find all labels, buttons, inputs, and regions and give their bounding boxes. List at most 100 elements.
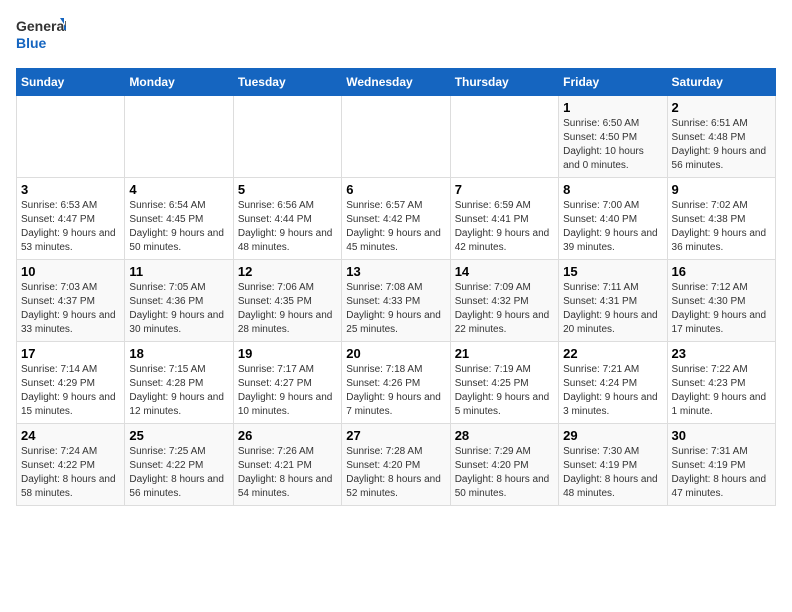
weekday-header-row: SundayMondayTuesdayWednesdayThursdayFrid… <box>17 69 776 96</box>
day-info: Sunrise: 6:56 AM Sunset: 4:44 PM Dayligh… <box>238 199 337 255</box>
calendar-cell: 25Sunrise: 7:25 AM Sunset: 4:22 PM Dayli… <box>125 424 233 506</box>
day-number: 17 <box>21 346 120 361</box>
day-info: Sunrise: 7:03 AM Sunset: 4:37 PM Dayligh… <box>21 281 120 337</box>
day-info: Sunrise: 6:50 AM Sunset: 4:50 PM Dayligh… <box>563 117 662 173</box>
calendar-cell: 20 Sunrise: 7:18 AM Sunset: 4:26 PM Dayli… <box>342 342 450 424</box>
day-info: Sunrise: 6:51 AM Sunset: 4:48 PM Dayligh… <box>672 117 771 173</box>
day-info: Sunrise: 7:00 AM Sunset: 4:40 PM Dayligh… <box>563 199 662 255</box>
calendar-cell <box>125 96 233 178</box>
calendar-cell <box>450 96 558 178</box>
weekday-header-thursday: Thursday <box>450 69 558 96</box>
calendar-cell: 7 Sunrise: 6:59 AM Sunset: 4:41 PM Daylig… <box>450 178 558 260</box>
day-info: Sunrise: 7:19 AM Sunset: 4:25 PM Dayligh… <box>455 363 554 419</box>
day-number: 2 <box>672 100 771 115</box>
calendar-cell: 28 Sunrise: 7:29 AM Sunset: 4:20 PM Dayli… <box>450 424 558 506</box>
calendar-cell: 6Sunrise: 6:57 AM Sunset: 4:42 PM Daylig… <box>342 178 450 260</box>
day-number: 3 <box>21 182 120 197</box>
calendar-cell: 19 Sunrise: 7:17 AM Sunset: 4:27 PM Dayli… <box>233 342 341 424</box>
svg-text:Blue: Blue <box>16 35 47 51</box>
calendar-cell: 12Sunrise: 7:06 AM Sunset: 4:35 PM Dayli… <box>233 260 341 342</box>
calendar-cell: 17 Sunrise: 7:14 AM Sunset: 4:29 PM Dayli… <box>17 342 125 424</box>
calendar-cell: 4 Sunrise: 6:54 AM Sunset: 4:45 PM Daylig… <box>125 178 233 260</box>
weekday-header-tuesday: Tuesday <box>233 69 341 96</box>
day-number: 13 <box>346 264 445 279</box>
logo: General Blue <box>16 16 66 56</box>
day-info: Sunrise: 7:08 AM Sunset: 4:33 PM Dayligh… <box>346 281 445 337</box>
day-number: 27 <box>346 428 445 443</box>
calendar-cell: 21 Sunrise: 7:19 AM Sunset: 4:25 PM Dayli… <box>450 342 558 424</box>
calendar-cell: 11 Sunrise: 7:05 AM Sunset: 4:36 PM Dayli… <box>125 260 233 342</box>
day-number: 8 <box>563 182 662 197</box>
calendar-cell <box>233 96 341 178</box>
day-number: 4 <box>129 182 228 197</box>
calendar-table: SundayMondayTuesdayWednesdayThursdayFrid… <box>16 68 776 506</box>
day-number: 18 <box>129 346 228 361</box>
calendar-cell: 8 Sunrise: 7:00 AM Sunset: 4:40 PM Daylig… <box>559 178 667 260</box>
calendar-cell <box>17 96 125 178</box>
day-number: 14 <box>455 264 554 279</box>
week-row-4: 17 Sunrise: 7:14 AM Sunset: 4:29 PM Dayli… <box>17 342 776 424</box>
day-number: 21 <box>455 346 554 361</box>
day-info: Sunrise: 7:31 AM Sunset: 4:19 PM Dayligh… <box>672 445 771 501</box>
day-number: 28 <box>455 428 554 443</box>
calendar-cell: 2 Sunrise: 6:51 AM Sunset: 4:48 PM Daylig… <box>667 96 775 178</box>
day-number: 11 <box>129 264 228 279</box>
calendar-cell: 3 Sunrise: 6:53 AM Sunset: 4:47 PM Daylig… <box>17 178 125 260</box>
weekday-header-friday: Friday <box>559 69 667 96</box>
week-row-1: 1Sunrise: 6:50 AM Sunset: 4:50 PM Daylig… <box>17 96 776 178</box>
day-number: 7 <box>455 182 554 197</box>
week-row-2: 3 Sunrise: 6:53 AM Sunset: 4:47 PM Daylig… <box>17 178 776 260</box>
day-number: 5 <box>238 182 337 197</box>
day-number: 23 <box>672 346 771 361</box>
day-info: Sunrise: 7:24 AM Sunset: 4:22 PM Dayligh… <box>21 445 120 501</box>
day-info: Sunrise: 7:26 AM Sunset: 4:21 PM Dayligh… <box>238 445 337 501</box>
day-number: 29 <box>563 428 662 443</box>
day-number: 20 <box>346 346 445 361</box>
day-info: Sunrise: 7:09 AM Sunset: 4:32 PM Dayligh… <box>455 281 554 337</box>
day-number: 12 <box>238 264 337 279</box>
calendar-cell: 30Sunrise: 7:31 AM Sunset: 4:19 PM Dayli… <box>667 424 775 506</box>
weekday-header-saturday: Saturday <box>667 69 775 96</box>
week-row-3: 10 Sunrise: 7:03 AM Sunset: 4:37 PM Dayli… <box>17 260 776 342</box>
day-info: Sunrise: 7:15 AM Sunset: 4:28 PM Dayligh… <box>129 363 228 419</box>
day-number: 24 <box>21 428 120 443</box>
week-row-5: 24 Sunrise: 7:24 AM Sunset: 4:22 PM Dayli… <box>17 424 776 506</box>
calendar-cell: 26 Sunrise: 7:26 AM Sunset: 4:21 PM Dayli… <box>233 424 341 506</box>
day-number: 26 <box>238 428 337 443</box>
day-info: Sunrise: 7:25 AM Sunset: 4:22 PM Dayligh… <box>129 445 228 501</box>
day-info: Sunrise: 7:18 AM Sunset: 4:26 PM Dayligh… <box>346 363 445 419</box>
calendar-cell: 18 Sunrise: 7:15 AM Sunset: 4:28 PM Dayli… <box>125 342 233 424</box>
day-info: Sunrise: 7:02 AM Sunset: 4:38 PM Dayligh… <box>672 199 771 255</box>
calendar-cell: 5 Sunrise: 6:56 AM Sunset: 4:44 PM Daylig… <box>233 178 341 260</box>
calendar-cell: 16Sunrise: 7:12 AM Sunset: 4:30 PM Dayli… <box>667 260 775 342</box>
weekday-header-wednesday: Wednesday <box>342 69 450 96</box>
day-info: Sunrise: 7:22 AM Sunset: 4:23 PM Dayligh… <box>672 363 771 419</box>
day-info: Sunrise: 7:21 AM Sunset: 4:24 PM Dayligh… <box>563 363 662 419</box>
day-info: Sunrise: 7:17 AM Sunset: 4:27 PM Dayligh… <box>238 363 337 419</box>
calendar-cell <box>342 96 450 178</box>
calendar-cell: 10 Sunrise: 7:03 AM Sunset: 4:37 PM Dayli… <box>17 260 125 342</box>
day-info: Sunrise: 6:53 AM Sunset: 4:47 PM Dayligh… <box>21 199 120 255</box>
day-info: Sunrise: 7:28 AM Sunset: 4:20 PM Dayligh… <box>346 445 445 501</box>
svg-text:General: General <box>16 18 66 34</box>
day-number: 19 <box>238 346 337 361</box>
day-info: Sunrise: 6:59 AM Sunset: 4:41 PM Dayligh… <box>455 199 554 255</box>
day-info: Sunrise: 7:11 AM Sunset: 4:31 PM Dayligh… <box>563 281 662 337</box>
calendar-cell: 15Sunrise: 7:11 AM Sunset: 4:31 PM Dayli… <box>559 260 667 342</box>
day-number: 6 <box>346 182 445 197</box>
calendar-cell: 29Sunrise: 7:30 AM Sunset: 4:19 PM Dayli… <box>559 424 667 506</box>
weekday-header-sunday: Sunday <box>17 69 125 96</box>
day-info: Sunrise: 7:14 AM Sunset: 4:29 PM Dayligh… <box>21 363 120 419</box>
calendar-cell: 22 Sunrise: 7:21 AM Sunset: 4:24 PM Dayli… <box>559 342 667 424</box>
calendar-cell: 9Sunrise: 7:02 AM Sunset: 4:38 PM Daylig… <box>667 178 775 260</box>
weekday-header-monday: Monday <box>125 69 233 96</box>
day-info: Sunrise: 7:05 AM Sunset: 4:36 PM Dayligh… <box>129 281 228 337</box>
day-info: Sunrise: 6:54 AM Sunset: 4:45 PM Dayligh… <box>129 199 228 255</box>
day-info: Sunrise: 7:29 AM Sunset: 4:20 PM Dayligh… <box>455 445 554 501</box>
calendar-cell: 27 Sunrise: 7:28 AM Sunset: 4:20 PM Dayli… <box>342 424 450 506</box>
day-number: 22 <box>563 346 662 361</box>
calendar-cell: 13 Sunrise: 7:08 AM Sunset: 4:33 PM Dayli… <box>342 260 450 342</box>
day-number: 10 <box>21 264 120 279</box>
calendar-cell: 24 Sunrise: 7:24 AM Sunset: 4:22 PM Dayli… <box>17 424 125 506</box>
day-info: Sunrise: 7:12 AM Sunset: 4:30 PM Dayligh… <box>672 281 771 337</box>
